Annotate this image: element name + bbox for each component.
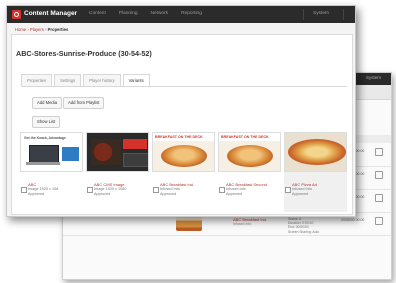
background-system-label[interactable]: System (366, 75, 381, 80)
media-type: Image 1920 x 108 (28, 187, 59, 191)
laptop-base (26, 162, 60, 165)
media-type: Infused Info (226, 187, 246, 191)
media-status: Approved (160, 192, 177, 196)
select-checkbox[interactable] (153, 187, 159, 193)
nav-item-network[interactable]: Network (150, 11, 168, 16)
breadcrumb: Home › Players › Properties (15, 27, 68, 32)
media-thumbnail (86, 132, 149, 172)
select-checkbox[interactable] (219, 187, 225, 193)
brand-logo-icon[interactable] (12, 10, 21, 19)
media-card[interactable]: BREAKFAST ON THE DECK ABC Breakfast Seco… (218, 132, 281, 212)
media-thumbnail: BREAKFAST ON THE DECK (152, 132, 215, 172)
breadcrumb-players[interactable]: Players (30, 27, 44, 32)
nav-divider (303, 9, 304, 20)
add-media-button[interactable]: Add Media (32, 97, 63, 109)
show-list-button[interactable]: Show List (32, 116, 61, 128)
laptop-screen (29, 145, 59, 163)
media-type: Infused Info (160, 187, 180, 191)
nav-item-content[interactable]: Content (89, 11, 106, 16)
thumbnail-banner (123, 139, 147, 149)
promo-heading: BREAKFAST ON THE DECK (153, 133, 214, 141)
nav-item-reporting[interactable]: Reporting (181, 11, 202, 16)
row-action-icon[interactable] (375, 217, 383, 225)
pizza-image (288, 139, 346, 165)
row-action-icon[interactable] (375, 171, 383, 179)
select-checkbox[interactable] (21, 187, 27, 193)
media-status: Approved (226, 192, 243, 196)
row-meta: Status: A Duration: 0:00:10 End: 00/00/0… (288, 217, 320, 234)
media-type: Image 1920 x 1080 (94, 187, 127, 191)
media-status: Approved (28, 192, 45, 196)
tab-player-history[interactable]: Player history (83, 74, 121, 86)
media-card[interactable]: Get the Knack, Advantage ABC Image 1920 … (20, 132, 83, 212)
row-action-icon[interactable] (375, 148, 383, 156)
thumbnail-panel (62, 147, 79, 161)
media-type: Infused Info (292, 187, 312, 191)
select-checkbox[interactable] (87, 187, 93, 193)
thumbnail-heading: Get the Knack, Advantage (24, 136, 66, 140)
media-status: Approved (94, 192, 111, 196)
top-navigation-bar: Content Manager Content Planning Network… (7, 6, 355, 23)
tab-properties[interactable]: Properties (21, 74, 53, 86)
app-title[interactable]: Content Manager (24, 10, 77, 17)
row-action-icon[interactable] (375, 194, 383, 202)
tab-settings[interactable]: Settings (54, 74, 82, 86)
nav-item-system[interactable]: System (313, 11, 329, 16)
select-checkbox[interactable] (285, 187, 291, 193)
row-sub: Infused Info (233, 222, 252, 226)
pancake-image (227, 145, 273, 167)
pancake-image (161, 145, 207, 167)
media-card[interactable]: ABC CMS Image Image 1920 x 1080 Approved (86, 132, 149, 212)
page-title: ABC-Stores-Sunrise-Produce (30-54-52) (16, 49, 152, 58)
media-grid: Get the Knack, Advantage ABC Image 1920 … (20, 132, 357, 212)
media-thumbnail (284, 132, 347, 172)
media-card[interactable]: BREAKFAST ON THE DECK ABC Breakfast Ind.… (152, 132, 215, 212)
promo-heading: BREAKFAST ON THE DECK (219, 133, 280, 141)
media-thumbnail: Get the Knack, Advantage (20, 132, 83, 172)
media-card-selected[interactable]: ABC Pizza Ad Infused Info Approved (284, 132, 347, 212)
main-nav: Content Planning Network Reporting (89, 11, 202, 16)
thumbnail-image (176, 217, 202, 231)
thumbnail-box (123, 153, 148, 167)
breadcrumb-current: Properties (47, 27, 69, 32)
media-status: Approved (292, 192, 309, 196)
nav-item-planning[interactable]: Planning (119, 11, 138, 16)
breadcrumb-home[interactable]: Home (15, 27, 26, 32)
row-date: 00/00/00 00:00 (341, 218, 365, 222)
media-thumbnail: BREAKFAST ON THE DECK (218, 132, 281, 172)
add-from-playlist-button[interactable]: Add from Playlist (63, 97, 105, 109)
steak-image (91, 139, 121, 165)
nav-divider (343, 9, 344, 20)
